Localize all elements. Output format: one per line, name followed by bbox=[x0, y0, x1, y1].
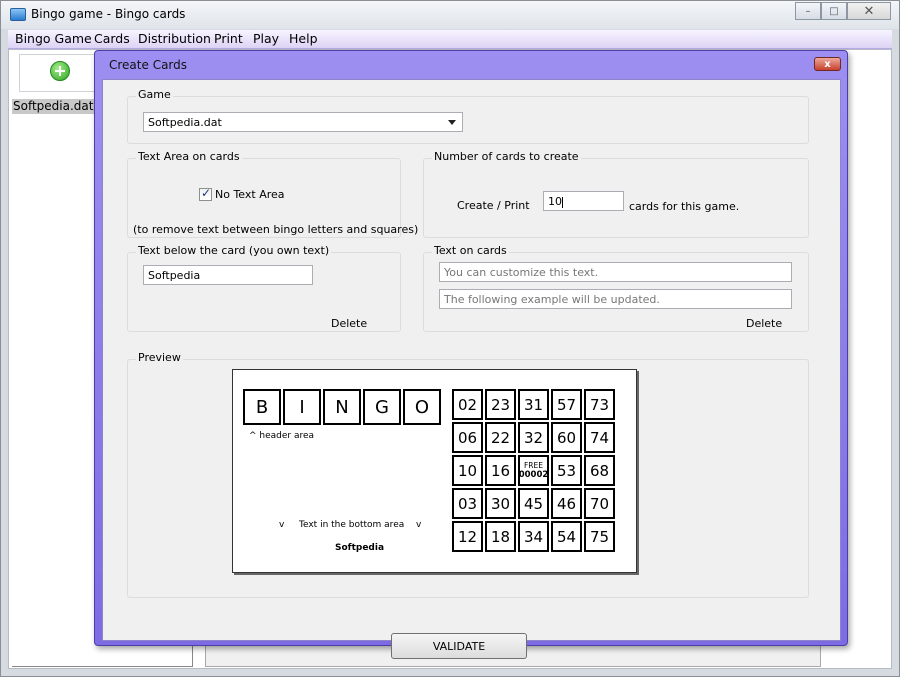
menu-play[interactable]: Play bbox=[253, 31, 279, 46]
menu-distribution[interactable]: Distribution bbox=[138, 31, 211, 46]
maximize-icon: □ bbox=[829, 5, 839, 17]
no-text-area-label: No Text Area bbox=[215, 188, 285, 201]
grid-cell: 30 bbox=[485, 488, 516, 519]
grid-cell: 22 bbox=[485, 422, 516, 453]
text-on-cards-line2-input[interactable]: The following example will be updated. bbox=[439, 289, 792, 309]
menu-cards[interactable]: Cards bbox=[94, 31, 130, 46]
grid-cell: 68 bbox=[584, 455, 615, 486]
text-caret bbox=[562, 196, 563, 208]
grid-cell: 03 bbox=[452, 488, 483, 519]
close-button[interactable]: ✕ bbox=[847, 2, 891, 20]
bingo-letter: I bbox=[283, 389, 321, 425]
minimize-icon: – bbox=[805, 5, 811, 17]
free-number: 00002 bbox=[518, 469, 549, 480]
grid-cell: 23 bbox=[485, 389, 516, 420]
text-on-cards-line2-placeholder: The following example will be updated. bbox=[444, 293, 660, 306]
app-icon bbox=[10, 8, 26, 21]
add-icon bbox=[50, 61, 70, 81]
bingo-card-preview: B I N G O ^ header area v Text in the bo… bbox=[232, 369, 637, 573]
game-select-value: Softpedia.dat bbox=[148, 116, 222, 129]
create-print-label: Create / Print bbox=[457, 199, 530, 212]
bottom-right-marker: v bbox=[416, 520, 422, 530]
close-icon: ✕ bbox=[863, 3, 875, 19]
cards-suffix-label: cards for this game. bbox=[629, 200, 740, 213]
maximize-button[interactable]: □ bbox=[821, 2, 847, 20]
main-title-bar: Bingo game - Bingo cards – □ ✕ bbox=[1, 1, 899, 29]
text-on-cards-line1-input[interactable]: You can customize this text. bbox=[439, 262, 792, 282]
text-below-input[interactable]: Softpedia bbox=[143, 265, 313, 285]
minimize-button[interactable]: – bbox=[795, 2, 821, 20]
close-icon: x bbox=[824, 58, 831, 70]
header-area-note: ^ header area bbox=[249, 431, 315, 441]
text-on-cards-line1-placeholder: You can customize this text. bbox=[444, 266, 599, 279]
grid-cell: 12 bbox=[452, 521, 483, 552]
num-cards-group: Number of cards to create Create / Print… bbox=[423, 150, 809, 238]
game-group: Game Softpedia.dat bbox=[127, 88, 809, 144]
bottom-area-note: Text in the bottom area bbox=[299, 520, 405, 530]
grid-cell: 18 bbox=[485, 521, 516, 552]
free-cell: FREE 00002 bbox=[518, 455, 549, 486]
menu-print[interactable]: Print bbox=[214, 31, 243, 46]
grid-cell: 57 bbox=[551, 389, 582, 420]
text-below-value: Softpedia bbox=[148, 269, 201, 282]
text-on-cards-group: Text on cards You can customize this tex… bbox=[423, 244, 809, 332]
no-text-area-checkbox[interactable] bbox=[199, 186, 212, 201]
grid-cell: 32 bbox=[518, 422, 549, 453]
text-below-legend: Text below the card (you own text) bbox=[136, 244, 332, 257]
grid-cell: 31 bbox=[518, 389, 549, 420]
bingo-letter: O bbox=[403, 389, 441, 425]
text-area-group: Text Area on cards No Text Area (to remo… bbox=[127, 150, 418, 238]
text-below-delete-button[interactable]: Delete bbox=[331, 317, 367, 330]
text-area-note: (to remove text between bingo letters an… bbox=[133, 223, 419, 236]
text-below-group: Text below the card (you own text) Softp… bbox=[127, 244, 401, 332]
bingo-letter: G bbox=[363, 389, 401, 425]
grid-cell: 34 bbox=[518, 521, 549, 552]
grid-cell: 10 bbox=[452, 455, 483, 486]
game-legend: Game bbox=[136, 88, 173, 101]
num-cards-input[interactable]: 10 bbox=[543, 191, 624, 211]
game-select[interactable]: Softpedia.dat bbox=[143, 112, 463, 132]
preview-legend: Preview bbox=[136, 351, 183, 364]
menu-bar: Bingo Game Cards Distribution Print Play… bbox=[8, 30, 892, 49]
menu-help[interactable]: Help bbox=[289, 31, 318, 46]
grid-cell: 02 bbox=[452, 389, 483, 420]
text-on-cards-delete-button[interactable]: Delete bbox=[746, 317, 782, 330]
grid-cell: 54 bbox=[551, 521, 582, 552]
grid-cell: 74 bbox=[584, 422, 615, 453]
free-label: FREE bbox=[523, 460, 543, 470]
dialog-title: Create Cards bbox=[109, 58, 188, 72]
main-window-title: Bingo game - Bingo cards bbox=[31, 7, 186, 21]
menu-bingo-game[interactable]: Bingo Game bbox=[15, 31, 92, 46]
chevron-down-icon bbox=[448, 120, 456, 125]
bingo-letter: N bbox=[323, 389, 361, 425]
num-cards-legend: Number of cards to create bbox=[432, 150, 581, 163]
card-footer-text: Softpedia bbox=[335, 543, 385, 553]
grid-cell: 73 bbox=[584, 389, 615, 420]
grid-cell: 46 bbox=[551, 488, 582, 519]
text-area-legend: Text Area on cards bbox=[136, 150, 242, 163]
bingo-letter: B bbox=[243, 389, 281, 425]
text-on-cards-legend: Text on cards bbox=[432, 244, 509, 257]
grid-cell: 16 bbox=[485, 455, 516, 486]
validate-button[interactable]: VALIDATE bbox=[391, 633, 527, 659]
num-cards-value: 10 bbox=[548, 195, 562, 208]
grid-cell: 75 bbox=[584, 521, 615, 552]
grid-cell: 06 bbox=[452, 422, 483, 453]
grid-cell: 70 bbox=[584, 488, 615, 519]
bottom-left-marker: v bbox=[279, 520, 285, 530]
list-item[interactable]: Softpedia.dat bbox=[12, 99, 97, 114]
grid-cell: 45 bbox=[518, 488, 549, 519]
grid-cell: 60 bbox=[551, 422, 582, 453]
dialog-close-button[interactable]: x bbox=[814, 57, 841, 71]
dialog-client: Game Softpedia.dat Text Area on cards No… bbox=[102, 79, 841, 659]
create-cards-dialog: Create Cards x Game Softpedia.dat Text A… bbox=[94, 50, 848, 659]
grid-cell: 53 bbox=[551, 455, 582, 486]
